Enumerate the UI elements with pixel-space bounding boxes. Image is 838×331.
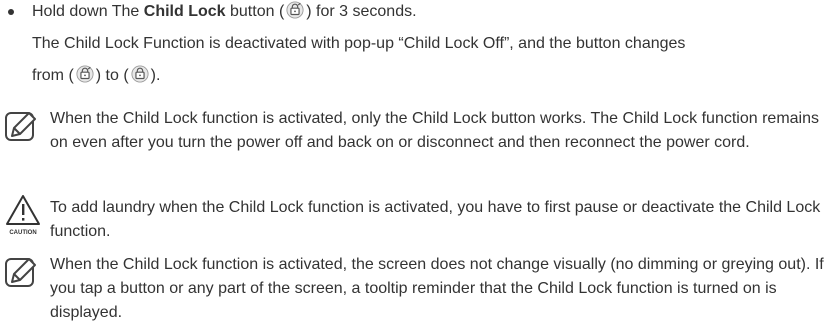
instruction-text: ) for 3 seconds. [306,3,417,20]
instruction-text: ) to ( [95,67,129,84]
instruction-line-3: from ( ) to ( ). [32,64,160,88]
instruction-text: Hold down The [32,3,144,20]
note-text: When the Child Lock function is activate… [50,110,819,151]
instruction-text: button ( [225,3,285,20]
instruction-text: from ( [32,67,74,84]
instruction-text: ). [150,67,161,84]
caution-text: To add laundry when the Child Lock funct… [50,199,821,240]
bullet-dot [8,9,14,15]
warning-triangle-icon: CAUTION [6,195,40,236]
child-lock-icon [286,1,304,19]
child-lock-button-name: Child Lock [143,3,226,20]
pencil-note-icon [5,258,36,287]
pencil-note-icon [5,112,36,141]
instruction-line-2: The Child Lock Function is deactivated w… [32,35,686,52]
child-lock-icon [76,65,94,83]
child-lock-off-icon [131,65,149,83]
instruction-line-1: Hold down The Child Lock button ( ) for … [32,0,417,24]
note-text: When the Child Lock function is activate… [50,256,824,321]
caution-label: CAUTION [9,230,36,236]
